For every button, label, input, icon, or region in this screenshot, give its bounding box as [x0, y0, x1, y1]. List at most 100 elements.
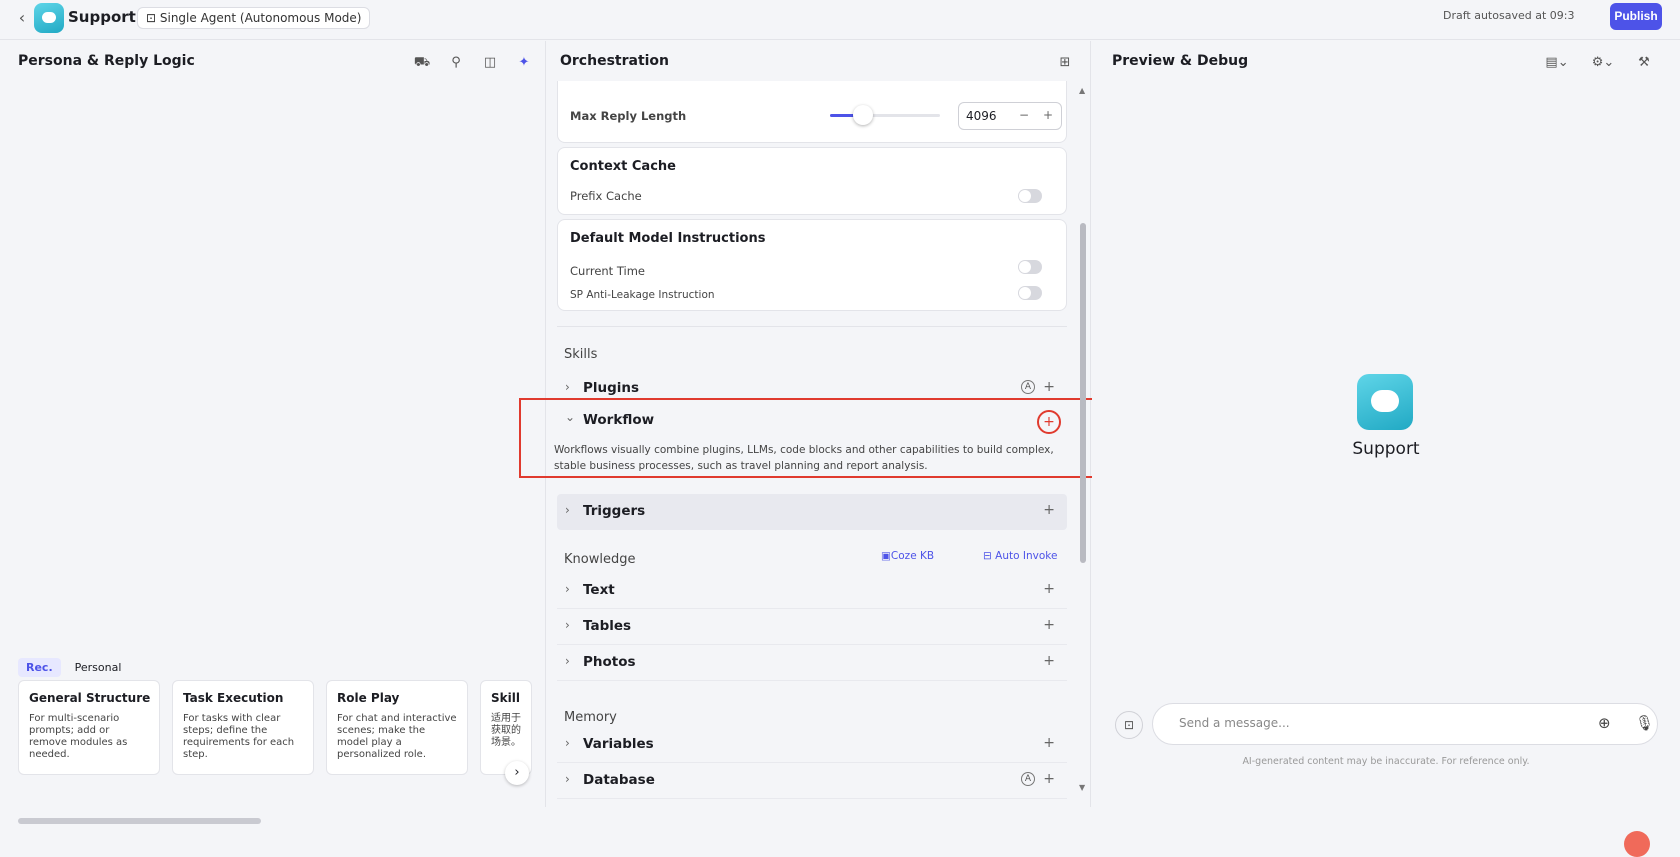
- add-variable-icon[interactable]: +: [1043, 735, 1055, 751]
- sp-anti-leakage-toggle[interactable]: [1018, 286, 1042, 300]
- chevron-right-icon: ›: [565, 503, 570, 517]
- mode-label: Single Agent (Autonomous Mode): [160, 11, 362, 25]
- max-reply-slider[interactable]: [830, 114, 940, 117]
- layout-icon[interactable]: ◫: [480, 53, 500, 73]
- chevron-right-icon: ›: [565, 654, 570, 668]
- template-card[interactable]: Skill 适用于获取的场景。: [480, 680, 532, 775]
- max-reply-stepper[interactable]: 4096 − +: [958, 102, 1062, 130]
- add-trigger-icon[interactable]: +: [1043, 502, 1055, 518]
- top-bar: ‹ Support ⊡ Single Agent (Autonomous Mod…: [0, 0, 1680, 40]
- shortcut-icon[interactable]: ⊡: [1115, 711, 1143, 739]
- bulb-icon[interactable]: ⚲: [446, 53, 466, 73]
- wrench-icon[interactable]: ⚒: [1634, 53, 1654, 73]
- auto-icon[interactable]: A: [1021, 380, 1035, 394]
- current-time-toggle[interactable]: [1018, 260, 1042, 274]
- scroll-up-icon[interactable]: ▲: [1079, 86, 1085, 95]
- auto-icon[interactable]: A: [1021, 772, 1035, 786]
- plus-icon[interactable]: +: [1043, 108, 1053, 122]
- chat-composer: ⊕ 🎙: [1152, 703, 1658, 745]
- prefix-cache-toggle[interactable]: [1018, 189, 1042, 203]
- scroll-down-icon[interactable]: ▼: [1079, 783, 1085, 792]
- add-photo-icon[interactable]: +: [1043, 653, 1055, 669]
- template-desc: For chat and interactive scenes; make th…: [337, 713, 457, 761]
- preview-toolbar: ▤⌄ ⚙⌄ ⚒: [1542, 53, 1654, 73]
- memory-label: Memory: [564, 710, 617, 725]
- template-desc: 适用于获取的场景。: [491, 713, 521, 749]
- assistant-bubble-icon[interactable]: [1624, 831, 1650, 857]
- text-row[interactable]: › Text +: [557, 573, 1067, 609]
- template-cards: General Structure For multi-scenario pro…: [18, 680, 532, 775]
- text-label: Text: [583, 582, 615, 598]
- database-row[interactable]: › Database A +: [557, 763, 1067, 799]
- microphone-icon[interactable]: 🎙: [1635, 714, 1654, 732]
- persona-toolbar: ⛟ ⚲ ◫ ✦: [412, 53, 534, 73]
- tab-recommended[interactable]: Rec.: [18, 658, 61, 677]
- max-reply-label: Max Reply Length: [570, 109, 686, 123]
- horizontal-scrollbar[interactable]: [18, 818, 261, 824]
- divider: [557, 326, 1067, 327]
- default-instructions-title: Default Model Instructions: [570, 231, 765, 246]
- autosave-status: Draft autosaved at 09:3: [1443, 9, 1574, 22]
- sparkle-icon[interactable]: ✦: [514, 53, 534, 73]
- preview-panel: Preview & Debug ▤⌄ ⚙⌄ ⚒ Support ⊡ ⊕ 🎙 AI…: [1092, 41, 1680, 807]
- car-icon[interactable]: ⛟: [412, 53, 432, 73]
- message-input[interactable]: [1179, 716, 1559, 730]
- panel-title: Orchestration: [560, 53, 669, 69]
- persona-panel: Persona & Reply Logic ⛟ ⚲ ◫ ✦ Rec. Perso…: [0, 41, 546, 807]
- template-card[interactable]: Task Execution For tasks with clear step…: [172, 680, 314, 775]
- agent-mode-selector[interactable]: ⊡ Single Agent (Autonomous Mode): [137, 7, 370, 29]
- prefix-cache-label: Prefix Cache: [570, 189, 642, 203]
- back-icon[interactable]: ‹: [12, 8, 32, 28]
- grid-icon[interactable]: ⊞: [1055, 53, 1075, 73]
- skills-label: Skills: [564, 347, 597, 362]
- chevron-right-icon: ›: [565, 736, 570, 750]
- app-name[interactable]: Support: [68, 8, 136, 26]
- panel-title: Preview & Debug: [1112, 53, 1248, 69]
- default-instructions-card: Default Model Instructions Current Time …: [557, 219, 1067, 311]
- stepper-value: 4096: [966, 109, 997, 123]
- sp-anti-leakage-label: SP Anti-Leakage Instruction: [570, 289, 715, 301]
- add-database-icon[interactable]: +: [1043, 771, 1055, 787]
- add-attachment-icon[interactable]: ⊕: [1598, 714, 1611, 732]
- tab-personal[interactable]: Personal: [67, 658, 130, 677]
- vertical-scrollbar[interactable]: [1080, 223, 1086, 563]
- debug-icon[interactable]: ⚙⌄: [1588, 53, 1618, 73]
- variables-row[interactable]: › Variables +: [557, 727, 1067, 763]
- template-title: Task Execution: [183, 691, 303, 705]
- orchestration-toolbar: ⊞: [1055, 53, 1075, 73]
- tables-row[interactable]: › Tables +: [557, 609, 1067, 645]
- template-title: Role Play: [337, 691, 457, 705]
- chevron-right-icon: ›: [565, 618, 570, 632]
- template-desc: For multi-scenario prompts; add or remov…: [29, 713, 149, 761]
- panel-title: Persona & Reply Logic: [18, 53, 195, 69]
- history-icon[interactable]: ▤⌄: [1542, 53, 1572, 73]
- auto-invoke-selector[interactable]: ⊟ Auto Invoke: [983, 550, 1057, 562]
- current-time-label: Current Time: [570, 264, 645, 278]
- slider-handle[interactable]: [853, 105, 873, 125]
- publish-button[interactable]: Publish: [1610, 3, 1662, 30]
- chevron-right-icon[interactable]: ›: [505, 761, 529, 785]
- plugins-label: Plugins: [583, 380, 639, 396]
- triggers-row[interactable]: › Triggers +: [557, 494, 1067, 530]
- add-table-icon[interactable]: +: [1043, 617, 1055, 633]
- auto-invoke-label: Auto Invoke: [995, 550, 1057, 562]
- chevron-right-icon: ›: [565, 380, 570, 394]
- bot-avatar: [1357, 374, 1413, 430]
- context-cache-title: Context Cache: [570, 159, 676, 174]
- kb-type-selector[interactable]: ▣Coze KB: [881, 550, 934, 562]
- variables-label: Variables: [583, 736, 654, 752]
- knowledge-label: Knowledge: [564, 552, 635, 567]
- bot-name: Support: [1092, 439, 1680, 459]
- add-text-icon[interactable]: +: [1043, 581, 1055, 597]
- workflow-label: Workflow: [583, 412, 654, 428]
- add-workflow-icon[interactable]: +: [1037, 410, 1061, 434]
- add-plugin-icon[interactable]: +: [1043, 379, 1055, 395]
- photos-row[interactable]: › Photos +: [557, 645, 1067, 681]
- database-label: Database: [583, 772, 655, 788]
- workflow-row[interactable]: ⌄ Workflow: [557, 403, 1067, 439]
- plugins-row[interactable]: › Plugins A +: [557, 371, 1067, 407]
- minus-icon[interactable]: −: [1019, 108, 1029, 122]
- template-title: Skill: [491, 691, 521, 705]
- template-card[interactable]: Role Play For chat and interactive scene…: [326, 680, 468, 775]
- template-card[interactable]: General Structure For multi-scenario pro…: [18, 680, 160, 775]
